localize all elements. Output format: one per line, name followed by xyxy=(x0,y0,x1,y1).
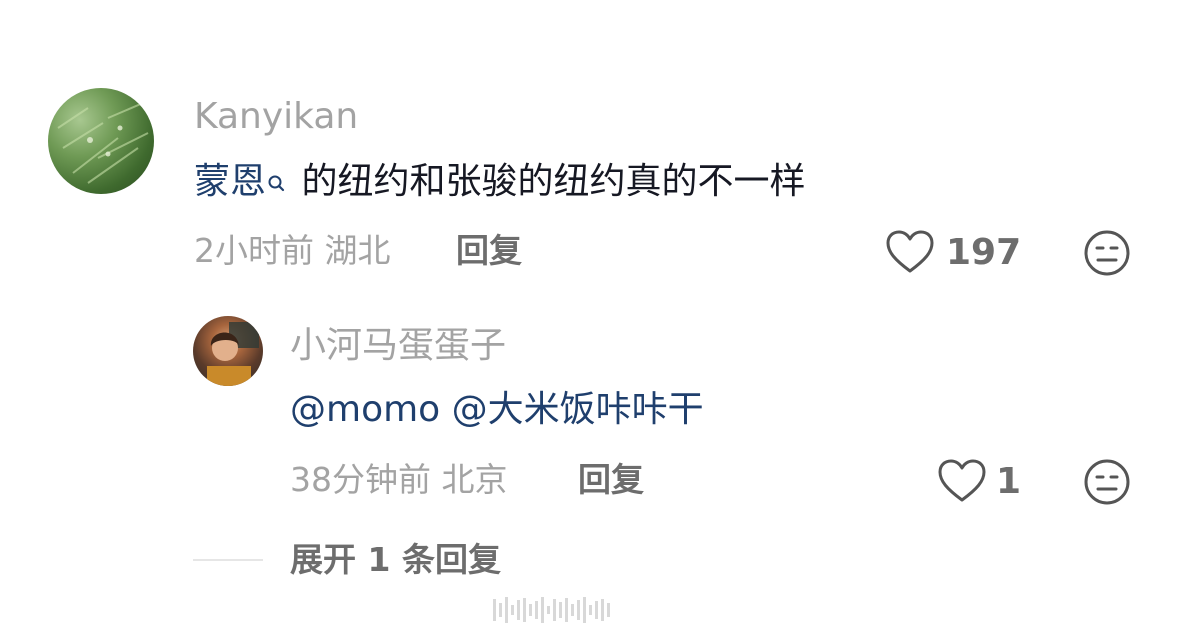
comment-text-body: 的纽约和张骏的纽约真的不一样 xyxy=(290,161,806,202)
reply-avatar[interactable] xyxy=(193,316,263,386)
reply-button[interactable]: 回复 xyxy=(456,231,522,271)
divider xyxy=(193,559,263,561)
comment-location: 湖北 xyxy=(324,231,391,270)
reply-location: 北京 xyxy=(441,460,508,499)
mention-link[interactable]: @momo xyxy=(290,389,440,430)
reply-text: @momo @大米饭咔咔干 xyxy=(290,388,704,432)
avatar-image xyxy=(207,322,259,386)
reply-meta: 38分钟前 北京 xyxy=(290,460,508,500)
comment-text: 蒙恩 的纽约和张骏的纽约真的不一样 xyxy=(194,160,805,206)
unhappy-face-icon[interactable] xyxy=(1083,229,1131,281)
reply-button[interactable]: 回复 xyxy=(578,460,644,500)
heart-icon[interactable] xyxy=(937,459,987,507)
comment-meta: 2小时前 湖北 xyxy=(194,231,391,271)
like-count: 1 xyxy=(996,461,1022,502)
comment-thread: Kanyikan 蒙恩 的纽约和张骏的纽约真的不一样 2小时前 湖北 回复 19… xyxy=(0,0,1179,640)
like-count: 197 xyxy=(946,232,1022,273)
avatar-image xyxy=(57,102,149,184)
unhappy-face-icon[interactable] xyxy=(1083,458,1131,510)
avatar[interactable] xyxy=(48,88,154,194)
comment-time: 2小时前 xyxy=(194,231,314,270)
expand-replies-button[interactable]: 展开 1 条回复 xyxy=(290,540,501,580)
heart-icon[interactable] xyxy=(885,230,935,278)
search-icon[interactable] xyxy=(268,162,286,206)
comment-username[interactable]: Kanyikan xyxy=(194,97,358,137)
mention-link[interactable]: @大米饭咔咔干 xyxy=(452,389,704,430)
reply-time: 38分钟前 xyxy=(290,460,431,499)
reply-username[interactable]: 小河马蛋蛋子 xyxy=(290,326,506,366)
watermark xyxy=(493,596,703,624)
search-keyword-link[interactable]: 蒙恩 xyxy=(194,161,266,202)
